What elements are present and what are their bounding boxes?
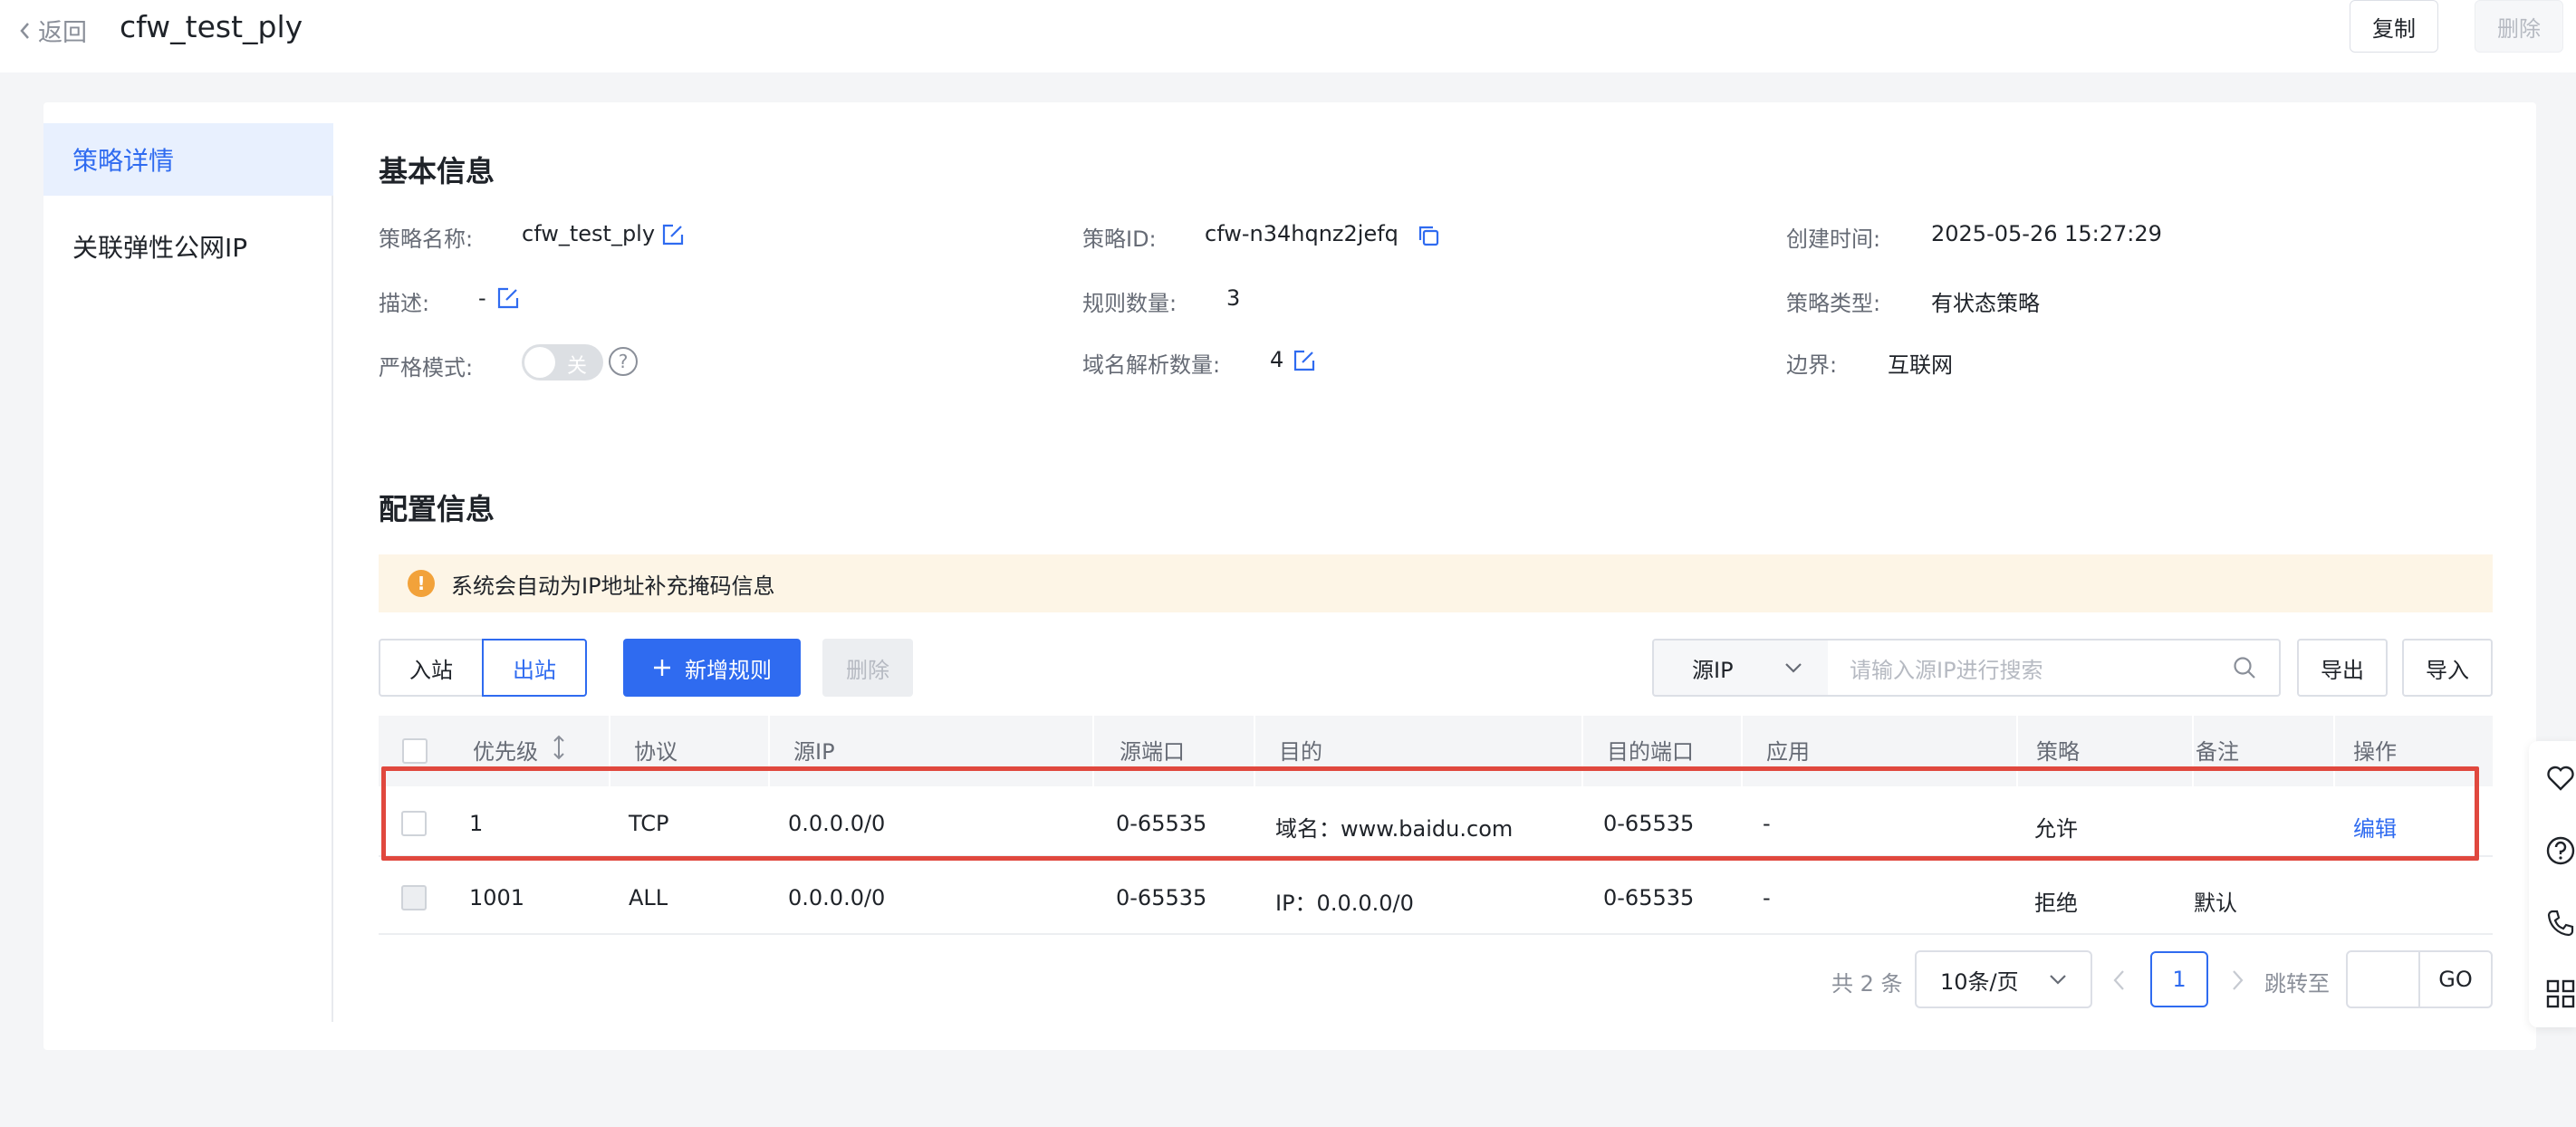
policy-name-value: cfw_test_ply	[522, 221, 656, 246]
column-header-policy: 策略	[2036, 739, 2080, 765]
cell-policy: 拒绝	[2034, 891, 2078, 916]
cell-priority: 1001	[469, 885, 525, 910]
strict-mode-label: 严格模式:	[379, 355, 474, 380]
policy-type-value: 有状态策略	[1931, 291, 2040, 316]
plus-icon	[654, 660, 670, 676]
add-rule-button[interactable]: 新增规则	[623, 639, 801, 697]
chevron-down-icon	[2050, 975, 2066, 985]
domain-count-value: 4	[1270, 347, 1284, 372]
next-page-icon[interactable]	[2228, 964, 2246, 997]
floating-toolbar	[2529, 741, 2576, 1027]
boundary-value: 互联网	[1888, 352, 1953, 378]
back-button[interactable]: 返回	[18, 13, 87, 48]
row-checkbox[interactable]	[401, 885, 427, 910]
notice-banner: ! 系统会自动为IP地址补充掩码信息	[379, 554, 2493, 612]
toggle-knob	[524, 347, 555, 378]
basic-info-title: 基本信息	[379, 154, 495, 188]
cell-remark: 默认	[2194, 891, 2237, 916]
warning-icon: !	[408, 570, 435, 597]
page-number-current[interactable]: 1	[2150, 951, 2208, 1007]
prev-page-icon[interactable]	[2110, 964, 2129, 997]
sidebar: 策略详情 关联弹性公网IP	[43, 123, 333, 1022]
delete-policy-button[interactable]: 删除	[2475, 0, 2563, 53]
description-value: -	[478, 285, 486, 311]
help-icon[interactable]	[2545, 835, 2576, 866]
chevron-down-icon	[1785, 663, 1802, 673]
column-header-destination-port: 目的端口	[1607, 739, 1694, 765]
created-time-label: 创建时间:	[1786, 226, 1881, 252]
column-header-remark: 备注	[2196, 739, 2239, 765]
add-rule-label: 新增规则	[685, 657, 772, 683]
copy-icon[interactable]	[1417, 224, 1440, 247]
page-size-value: 10条/页	[1940, 968, 2019, 995]
pagination-total: 共 2 条	[1831, 971, 1903, 997]
cell-protocol: ALL	[629, 885, 668, 910]
page-size-select[interactable]: 10条/页	[1915, 950, 2092, 1008]
policy-id-label: 策略ID:	[1082, 226, 1157, 252]
column-header-source-port: 源端口	[1120, 739, 1185, 765]
heart-icon[interactable]	[2545, 763, 2576, 794]
filter-select-value: 源IP	[1692, 657, 1734, 683]
column-header-source-ip: 源IP	[793, 739, 835, 765]
description-label: 描述:	[379, 291, 430, 316]
copy-button[interactable]: 复制	[2350, 0, 2438, 53]
toggle-label: 关	[567, 355, 588, 378]
export-button[interactable]: 导出	[2297, 639, 2388, 697]
domain-count-label: 域名解析数量:	[1082, 352, 1221, 378]
chevron-left-icon	[20, 22, 29, 39]
column-header-action: 操作	[2353, 739, 2397, 765]
search-placeholder: 请输入源IP进行搜索	[1850, 657, 2043, 683]
select-all-checkbox[interactable]	[402, 738, 428, 764]
cell-source-ip: 0.0.0.0/0	[788, 885, 886, 910]
edit-icon[interactable]	[496, 286, 520, 310]
row-divider	[379, 933, 2493, 935]
column-header-protocol: 协议	[634, 739, 678, 765]
highlight-box	[381, 766, 2479, 861]
filter-select[interactable]: 源IP	[1652, 639, 1830, 697]
sort-icon[interactable]	[551, 734, 567, 761]
notice-text: 系统会自动为IP地址补充掩码信息	[451, 573, 775, 599]
grid-icon[interactable]	[2545, 978, 2576, 1009]
import-button[interactable]: 导入	[2402, 639, 2493, 697]
edit-icon[interactable]	[661, 223, 685, 246]
back-label: 返回	[38, 19, 87, 47]
column-header-priority[interactable]: 优先级	[473, 734, 538, 766]
rule-count-label: 规则数量:	[1082, 291, 1177, 316]
rule-count-value: 3	[1226, 285, 1241, 311]
tab-outbound[interactable]: 出站	[482, 639, 587, 697]
phone-icon[interactable]	[2545, 908, 2576, 939]
column-header-application: 应用	[1766, 739, 1810, 765]
policy-name-label: 策略名称:	[379, 226, 474, 252]
created-time-value: 2025-05-26 15:27:29	[1931, 221, 2162, 246]
page-title: cfw_test_ply	[120, 9, 303, 44]
help-icon[interactable]: ?	[609, 347, 638, 376]
tab-inbound[interactable]: 入站	[379, 639, 482, 697]
search-icon[interactable]	[2232, 655, 2257, 680]
config-info-title: 配置信息	[379, 492, 495, 526]
jump-to-label: 跳转至	[2264, 971, 2330, 997]
boundary-label: 边界:	[1786, 352, 1838, 378]
strict-mode-toggle[interactable]: 关	[522, 344, 603, 380]
cell-source-port: 0-65535	[1116, 885, 1207, 910]
policy-type-label: 策略类型:	[1786, 291, 1881, 316]
page-header: 返回 cfw_test_ply 复制 删除	[0, 0, 2576, 72]
search-input[interactable]: 请输入源IP进行搜索	[1828, 639, 2281, 697]
go-button[interactable]: GO	[2418, 950, 2493, 1008]
sidebar-item-eip[interactable]: 关联弹性公网IP	[43, 210, 333, 283]
cell-destination: IP：0.0.0.0/0	[1275, 891, 1414, 916]
column-header-destination: 目的	[1279, 739, 1322, 765]
jump-page-input[interactable]	[2346, 950, 2420, 1008]
delete-rule-button[interactable]: 删除	[822, 639, 913, 697]
policy-id-value: cfw-n34hqnz2jefq	[1205, 221, 1399, 246]
cell-destination-port: 0-65535	[1603, 885, 1695, 910]
edit-icon[interactable]	[1293, 349, 1316, 372]
cell-application: -	[1763, 885, 1771, 910]
sidebar-item-policy-detail[interactable]: 策略详情	[43, 123, 333, 196]
